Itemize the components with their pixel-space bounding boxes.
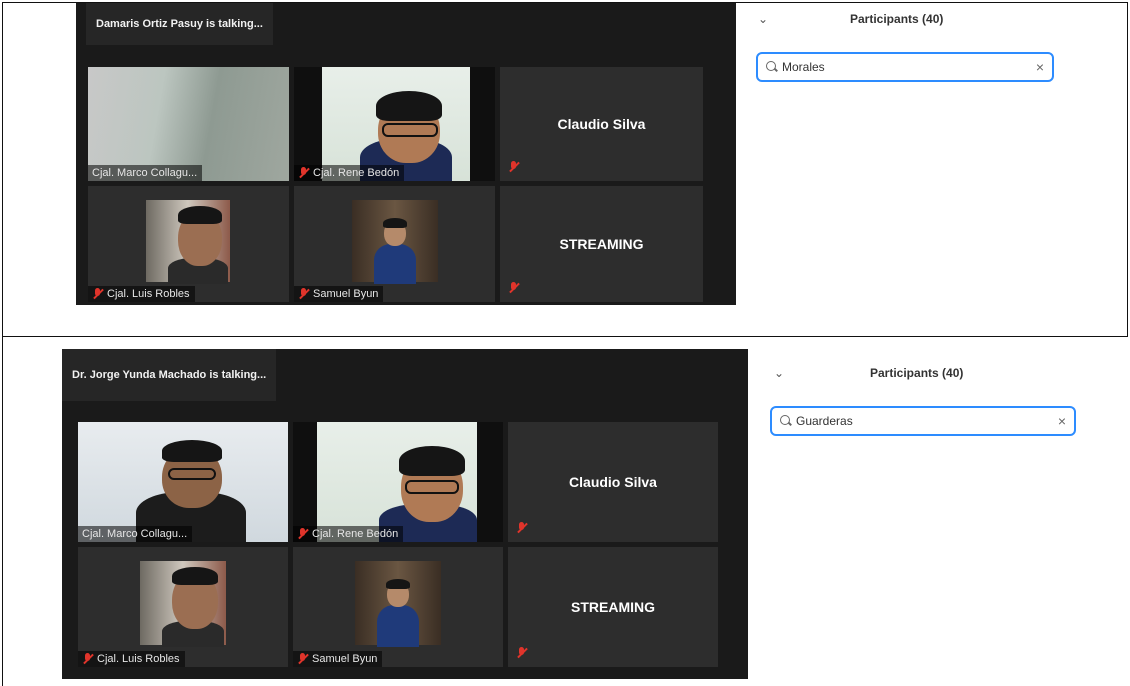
meeting-gallery-view: Damaris Ortiz Pasuy is talking... Cjal. … <box>76 3 736 305</box>
participant-video <box>322 67 470 181</box>
video-tile[interactable]: Cjal. Rene Bedón <box>293 422 503 542</box>
search-icon <box>780 415 792 427</box>
chevron-down-icon[interactable]: ⌄ <box>758 12 768 26</box>
search-value: Guarderas <box>796 414 853 428</box>
mic-muted-icon <box>92 288 103 300</box>
participants-title: Participants (40) <box>870 366 964 380</box>
participant-name: STREAMING <box>571 599 655 615</box>
video-tile[interactable]: Cjal. Marco Collagu... <box>78 422 288 542</box>
video-tile[interactable]: STREAMING <box>500 186 703 302</box>
participant-name-label: Cjal. Marco Collagu... <box>88 165 203 181</box>
participant-video <box>352 200 438 284</box>
participant-name-label: Cjal. Rene Bedón <box>294 165 405 181</box>
participants-panel: ⌄ Participants (40) Guarderas × <box>764 358 1082 448</box>
close-icon[interactable]: × <box>1036 59 1044 75</box>
participant-name: STREAMING <box>559 236 644 252</box>
mic-muted-icon <box>298 167 309 179</box>
video-tile[interactable]: Claudio Silva <box>500 67 703 181</box>
video-tile[interactable]: Samuel Byun <box>294 186 495 302</box>
participant-name-label: Samuel Byun <box>294 286 384 302</box>
close-icon[interactable]: × <box>1058 413 1066 429</box>
video-tile[interactable]: Cjal. Luis Robles <box>78 547 288 667</box>
search-value: Morales <box>782 60 825 74</box>
video-tile[interactable]: Cjal. Rene Bedón <box>294 67 495 181</box>
participant-search-input[interactable]: Morales × <box>756 52 1054 82</box>
participant-name-label: Cjal. Luis Robles <box>88 286 195 302</box>
mic-muted-icon <box>297 528 308 540</box>
participant-video <box>317 422 477 542</box>
participant-name-label: Cjal. Rene Bedón <box>293 526 404 542</box>
video-tile[interactable]: Cjal. Luis Robles <box>88 186 289 302</box>
mic-muted-icon <box>297 653 308 665</box>
active-speaker-banner: Damaris Ortiz Pasuy is talking... <box>86 3 273 45</box>
participant-name-label: Cjal. Marco Collagu... <box>78 526 193 542</box>
participant-video <box>140 561 226 647</box>
participant-search-input[interactable]: Guarderas × <box>770 406 1076 436</box>
meeting-gallery-view: Dr. Jorge Yunda Machado is talking... Cj… <box>62 349 748 679</box>
participant-name-label: Cjal. Luis Robles <box>78 651 185 667</box>
participants-panel: ⌄ Participants (40) Morales × <box>748 4 1060 94</box>
video-tile[interactable]: STREAMING <box>508 547 718 667</box>
mic-muted-icon <box>82 653 93 665</box>
participant-name: Claudio Silva <box>569 474 657 490</box>
mic-muted-icon <box>298 288 309 300</box>
participant-video <box>146 200 230 284</box>
mic-muted-icon <box>508 282 519 294</box>
divider-line <box>1065 2 1128 3</box>
chevron-down-icon[interactable]: ⌄ <box>774 366 784 380</box>
participant-video <box>355 561 441 647</box>
participant-name: Claudio Silva <box>557 116 646 132</box>
participants-title: Participants (40) <box>850 12 944 26</box>
mic-muted-icon <box>516 522 527 534</box>
video-tile[interactable]: Cjal. Marco Collagu... <box>88 67 289 181</box>
search-icon <box>766 61 778 73</box>
active-speaker-banner: Dr. Jorge Yunda Machado is talking... <box>62 349 277 401</box>
participant-name-label: Samuel Byun <box>293 651 383 667</box>
mic-muted-icon <box>508 161 519 173</box>
mic-muted-icon <box>516 647 527 659</box>
video-tile[interactable]: Samuel Byun <box>293 547 503 667</box>
video-tile[interactable]: Claudio Silva <box>508 422 718 542</box>
